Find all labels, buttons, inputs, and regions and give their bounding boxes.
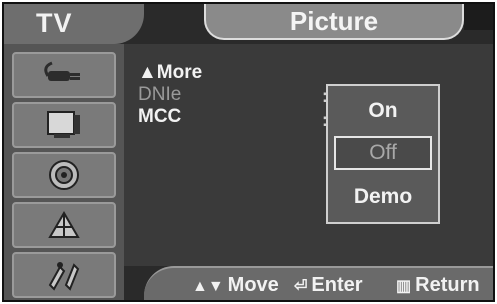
sidebar-item-setup[interactable]	[12, 252, 116, 298]
source-label: TV	[36, 8, 73, 38]
sidebar-item-input[interactable]	[12, 52, 116, 98]
help-bar: ▲▼ Move ⏎ Enter ▥ Return	[144, 266, 493, 300]
return-icon: ▥	[396, 278, 412, 295]
picture-menu-panel: ▲More DNIe MCC : : On Off Demo	[124, 44, 493, 266]
enter-icon: ⏎	[294, 278, 308, 295]
option-list: On Off Demo	[326, 84, 440, 224]
page-title: Picture	[289, 6, 379, 36]
option-on[interactable]: On	[334, 94, 432, 128]
up-down-arrow-icon: ▲▼	[192, 278, 224, 295]
sidebar-item-sound[interactable]	[12, 152, 116, 198]
tv-osd-window: TV Picture ▲More DNIe MCC:: On Off Dem…	[2, 2, 495, 302]
sidebar-item-channel[interactable]	[12, 202, 116, 248]
menu-item-dnie[interactable]: DNIe	[138, 84, 181, 106]
title-bar: Picture	[204, 4, 464, 40]
return-label: Return	[415, 274, 480, 296]
option-off[interactable]: Off	[334, 136, 432, 170]
sidebar	[4, 44, 124, 300]
picture-screen-icon	[47, 111, 80, 138]
top-right-corner	[464, 4, 493, 30]
menu-item-mcc[interactable]: MCC	[138, 106, 181, 128]
menu-item-more[interactable]: ▲More	[138, 62, 202, 84]
move-hint: ▲▼ Move	[192, 274, 279, 297]
source-tab: TV	[4, 4, 144, 44]
setup-tools-icon	[48, 262, 80, 291]
enter-label: Enter	[311, 274, 363, 296]
sidebar-item-picture[interactable]	[12, 102, 116, 148]
return-hint: ▥ Return	[396, 274, 480, 297]
input-plug-icon	[44, 61, 80, 81]
move-label: Move	[227, 274, 279, 296]
channel-antenna-icon	[48, 211, 80, 238]
option-demo[interactable]: Demo	[334, 180, 432, 214]
enter-hint: ⏎ Enter	[294, 274, 363, 297]
sound-speaker-icon	[49, 160, 79, 190]
